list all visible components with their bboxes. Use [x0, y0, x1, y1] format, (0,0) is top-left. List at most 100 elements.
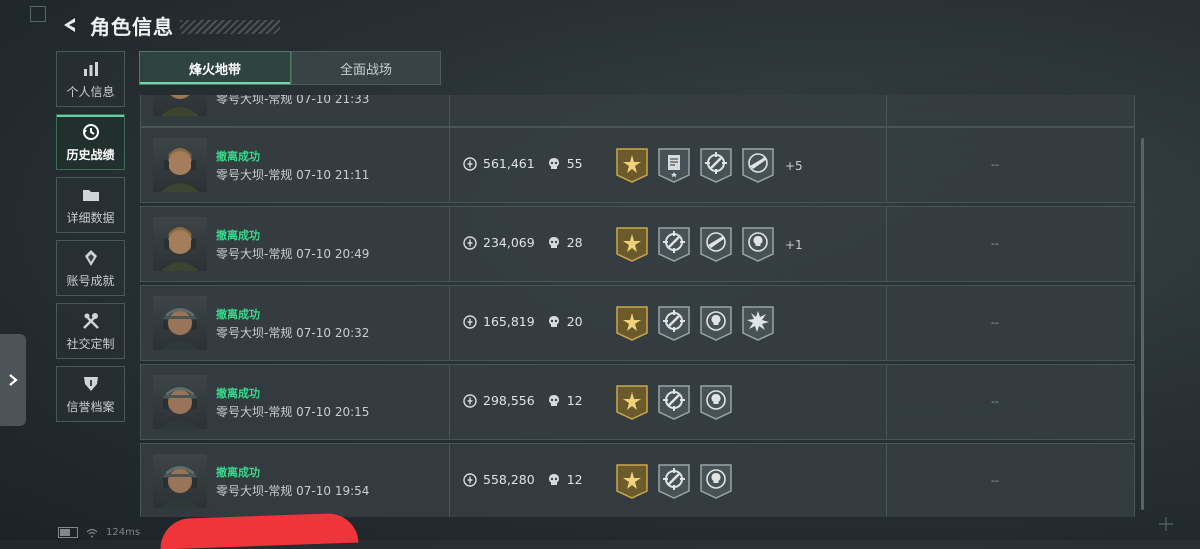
divider	[449, 444, 450, 517]
tools-icon	[82, 312, 99, 329]
loot-stats: 298,556 12	[463, 393, 583, 408]
skull-target-badge-icon[interactable]	[741, 226, 775, 263]
list-item[interactable]: 撤离成功 零号大坝-常规 07-10 20:49 234,069 28 +1 -…	[140, 206, 1135, 282]
skull-icon	[548, 315, 559, 327]
sidebar: 个人信息 历史战绩 详细数据 账号成就 社交定制 信誉档案	[56, 51, 125, 429]
skull-icon	[548, 236, 559, 248]
operator-avatar	[153, 454, 207, 508]
list-item[interactable]: 撤离成功 零号大坝-常规 07-10 21:11 561,461 55 +5 -…	[140, 127, 1135, 203]
sidebar-item-label: 社交定制	[66, 336, 115, 351]
match-meta: 零号大坝-常规 07-10 21:11	[216, 168, 370, 182]
loot-stats: 561,461 55	[463, 156, 583, 171]
sidebar-item-reputation[interactable]: 信誉档案	[56, 366, 125, 422]
gold-star-badge-icon[interactable]	[615, 463, 649, 500]
divider	[886, 128, 887, 202]
loot-value: 165,819	[483, 314, 535, 329]
redaction-mark	[159, 512, 359, 549]
badge-list	[615, 463, 743, 500]
badge-list: +1	[615, 226, 803, 263]
extraction-status: 撤离成功	[216, 387, 260, 400]
extra-value: --	[991, 237, 999, 250]
divider	[886, 286, 887, 360]
list-item[interactable]: 撤离成功 零号大坝-常规 07-10 19:54 558,280 12 --	[140, 443, 1135, 517]
crosshair-badge-icon[interactable]	[699, 147, 733, 184]
list-item[interactable]: 撤离成功 零号大坝-常规 07-10 20:15 298,556 12 --	[140, 364, 1135, 440]
gold-star-badge-icon[interactable]	[615, 226, 649, 263]
tab-beacon-zone[interactable]: 烽火地带	[139, 51, 291, 85]
divider	[886, 365, 887, 439]
kill-count: 28	[566, 235, 583, 250]
divider	[449, 207, 450, 281]
folder-icon	[82, 189, 99, 201]
divider	[449, 128, 450, 202]
sidebar-item-details[interactable]: 详细数据	[56, 177, 125, 233]
list-item[interactable]: 撤离成功 零号大坝-常规 07-10 20:32 165,819 20 --	[140, 285, 1135, 361]
kill-count: 12	[566, 393, 583, 408]
crosshair-badge-icon[interactable]	[657, 463, 691, 500]
operator-avatar	[153, 375, 207, 429]
loot-stats: 558,280 12	[463, 472, 583, 487]
document-badge-icon[interactable]	[657, 147, 691, 184]
achievement-icon	[84, 249, 97, 266]
crosshair-badge-icon[interactable]	[657, 305, 691, 342]
sidebar-item-label: 个人信息	[66, 84, 115, 99]
loot-value: 561,461	[483, 156, 535, 171]
more-badges-count[interactable]: +1	[785, 238, 803, 252]
bar-chart-icon	[83, 61, 98, 76]
history-list[interactable]: 零号大坝-常规 07-10 21:33 撤离成功 零号大坝-常规 07-10 2…	[140, 95, 1135, 517]
loot-value: 234,069	[483, 235, 535, 250]
coin-icon	[463, 472, 477, 487]
more-badges-count[interactable]: +5	[785, 159, 803, 173]
back-arrow-icon[interactable]	[58, 13, 82, 37]
list-item[interactable]: 零号大坝-常规 07-10 21:33	[140, 95, 1135, 127]
match-meta: 零号大坝-常规 07-10 19:54	[216, 484, 370, 498]
coin-icon	[463, 314, 477, 329]
extraction-status: 撤离成功	[216, 466, 260, 479]
divider	[886, 444, 887, 517]
match-meta: 零号大坝-常规 07-10 20:32	[216, 326, 370, 340]
list-scrollbar[interactable]	[1141, 138, 1144, 510]
operator-avatar	[153, 95, 207, 116]
loot-value: 298,556	[483, 393, 535, 408]
corner-frame-icon	[30, 6, 46, 22]
kill-count: 12	[566, 472, 583, 487]
skull-target-badge-icon[interactable]	[699, 463, 733, 500]
gold-star-badge-icon[interactable]	[615, 147, 649, 184]
sidebar-item-history[interactable]: 历史战绩	[56, 114, 125, 170]
skull-target-badge-icon[interactable]	[699, 305, 733, 342]
loot-stats: 234,069 28	[463, 235, 583, 250]
crosshair-badge-icon[interactable]	[657, 226, 691, 263]
divider	[449, 365, 450, 439]
divider	[886, 95, 887, 126]
loot-stats: 165,819 20	[463, 314, 583, 329]
operator-avatar	[153, 138, 207, 192]
expand-panel-button[interactable]	[0, 334, 26, 426]
skull-icon	[548, 394, 559, 406]
match-meta: 零号大坝-常规 07-10 20:49	[216, 247, 370, 261]
gun-badge-icon[interactable]	[741, 147, 775, 184]
sidebar-item-social[interactable]: 社交定制	[56, 303, 125, 359]
badge-list: +5	[615, 147, 803, 184]
status-bar: 124ms	[58, 527, 140, 538]
gold-star-badge-icon[interactable]	[615, 305, 649, 342]
gun-badge-icon[interactable]	[699, 226, 733, 263]
kill-count: 55	[566, 156, 583, 171]
crosshair-badge-icon[interactable]	[657, 384, 691, 421]
coin-icon	[463, 393, 477, 408]
explosion-badge-icon[interactable]	[741, 305, 775, 342]
sidebar-item-profile[interactable]: 个人信息	[56, 51, 125, 107]
sidebar-item-label: 历史战绩	[66, 147, 115, 162]
gold-star-badge-icon[interactable]	[615, 384, 649, 421]
sidebar-item-achievements[interactable]: 账号成就	[56, 240, 125, 296]
title-decoration	[180, 20, 280, 34]
sidebar-item-label: 详细数据	[66, 210, 115, 225]
skull-icon	[548, 157, 559, 169]
skull-target-badge-icon[interactable]	[699, 384, 733, 421]
coin-icon	[463, 156, 477, 171]
ping-readout: 124ms	[106, 527, 141, 538]
page-title: 角色信息	[90, 14, 174, 39]
wifi-icon	[86, 528, 98, 537]
divider	[886, 207, 887, 281]
tab-full-battlefield[interactable]: 全面战场	[291, 51, 441, 85]
page-header: 角色信息	[58, 10, 280, 40]
